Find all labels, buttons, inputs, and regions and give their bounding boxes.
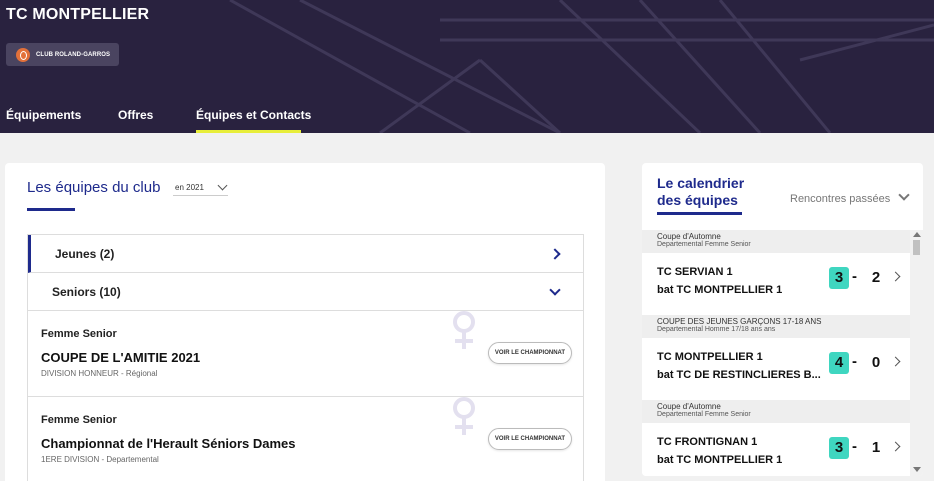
team-item: Femme Senior COUPE DE L'AMITIE 2021 DIVI… — [28, 311, 583, 397]
team-category: Femme Senior — [41, 328, 117, 340]
competition-name: Coupe d'Automne — [657, 232, 721, 241]
title-underline — [27, 208, 75, 211]
team-division: DIVISION HONNEUR - Régional — [41, 369, 158, 378]
view-championship-button[interactable]: VOIR LE CHAMPIONNAT — [488, 342, 572, 364]
score-winner: 3 — [829, 267, 849, 289]
calendar-title-line2: des équipes — [657, 192, 738, 208]
roland-garros-badge[interactable]: CLUB ROLAND-GARROS — [6, 43, 119, 66]
club-header: TC MONTPELLIER CLUB ROLAND-GARROS Équipe… — [0, 0, 934, 133]
score-loser: 2 — [871, 269, 881, 286]
match-away-team: bat TC DE RESTINCLIERES B... — [657, 369, 821, 381]
chevron-right-icon — [890, 356, 901, 367]
chevron-right-icon — [549, 248, 561, 260]
female-symbol-icon — [453, 311, 475, 349]
badge-label: CLUB ROLAND-GARROS — [36, 51, 111, 58]
match-list-scrollbar[interactable] — [910, 230, 923, 476]
roland-garros-logo-icon — [16, 47, 30, 62]
teams-card: Les équipes du club en 2021 Jeunes (2) S… — [5, 163, 605, 481]
tab-offres[interactable]: Offres — [118, 108, 153, 133]
match-away-team: bat TC MONTPELLIER 1 — [657, 284, 783, 296]
group-seniors[interactable]: Seniors (10) — [28, 273, 583, 311]
team-item: Femme Senior Championnat de l'Herault Sé… — [28, 397, 583, 481]
scroll-thumb[interactable] — [913, 240, 920, 255]
female-symbol-icon — [453, 397, 475, 435]
chevron-down-icon — [217, 180, 228, 191]
calendar-card: Le calendrier des équipes Rencontres pas… — [642, 163, 923, 476]
score-separator: - — [852, 268, 857, 285]
competition-header: COUPE DES JEUNES GARÇONS 17-18 ANS Depar… — [642, 315, 910, 338]
tab-equipes-contacts[interactable]: Équipes et Contacts — [196, 108, 311, 133]
team-division: 1ERE DIVISION - Departemental — [41, 455, 159, 464]
teams-title: Les équipes du club — [27, 179, 161, 196]
teams-accordion: Jeunes (2) Seniors (10) Femme Senior COU… — [27, 234, 584, 481]
score-winner: 4 — [829, 352, 849, 374]
match-home-team: TC MONTPELLIER 1 — [657, 351, 763, 363]
competition-category: Departemental Femme Senior — [657, 411, 751, 418]
group-label: Jeunes (2) — [55, 247, 115, 261]
score-loser: 1 — [871, 439, 881, 456]
calendar-title: Le calendrier des équipes — [657, 175, 744, 209]
view-championship-button[interactable]: VOIR LE CHAMPIONNAT — [488, 428, 572, 450]
match-row[interactable]: TC FRONTIGNAN 1 bat TC MONTPELLIER 1 3 -… — [642, 423, 910, 476]
score-loser: 0 — [871, 354, 881, 371]
score-separator: - — [852, 353, 857, 370]
scroll-down-arrow-icon[interactable] — [913, 467, 921, 472]
competition-category: Departemental Homme 17/18 ans ans — [657, 326, 776, 333]
competition-category: Departemental Femme Senior — [657, 241, 751, 248]
match-home-team: TC SERVIAN 1 — [657, 266, 733, 278]
competition-header: Coupe d'Automne Departemental Femme Seni… — [642, 230, 910, 253]
team-category: Femme Senior — [41, 414, 117, 426]
chevron-right-icon — [890, 441, 901, 452]
competition-name: COUPE DES JEUNES GARÇONS 17-18 ANS — [657, 317, 822, 326]
chevron-down-icon[interactable] — [898, 189, 910, 201]
club-name: TC MONTPELLIER — [6, 6, 150, 23]
scroll-up-arrow-icon[interactable] — [913, 232, 921, 237]
match-filter-select[interactable]: Rencontres passées — [790, 193, 890, 205]
match-list: Coupe d'Automne Departemental Femme Seni… — [642, 230, 910, 476]
tab-equipements[interactable]: Équipements — [6, 108, 81, 133]
match-row[interactable]: TC SERVIAN 1 bat TC MONTPELLIER 1 3 - 2 — [642, 253, 910, 313]
match-row[interactable]: TC MONTPELLIER 1 bat TC DE RESTINCLIERES… — [642, 338, 910, 398]
competition-header: Coupe d'Automne Departemental Femme Seni… — [642, 400, 910, 423]
competition-name: Coupe d'Automne — [657, 402, 721, 411]
chevron-right-icon — [890, 271, 901, 282]
group-jeunes[interactable]: Jeunes (2) — [28, 235, 583, 273]
score-winner: 3 — [829, 437, 849, 459]
title-underline — [657, 212, 742, 215]
year-select[interactable]: en 2021 — [173, 180, 228, 196]
group-label: Seniors (10) — [52, 285, 121, 299]
calendar-title-line1: Le calendrier — [657, 175, 745, 191]
team-name: Championnat de l'Herault Séniors Dames — [41, 436, 296, 451]
chevron-down-icon — [549, 284, 561, 296]
team-name: COUPE DE L'AMITIE 2021 — [41, 350, 201, 365]
match-home-team: TC FRONTIGNAN 1 — [657, 436, 758, 448]
year-select-value: en 2021 — [175, 183, 204, 192]
score-separator: - — [852, 438, 857, 455]
match-away-team: bat TC MONTPELLIER 1 — [657, 454, 783, 466]
